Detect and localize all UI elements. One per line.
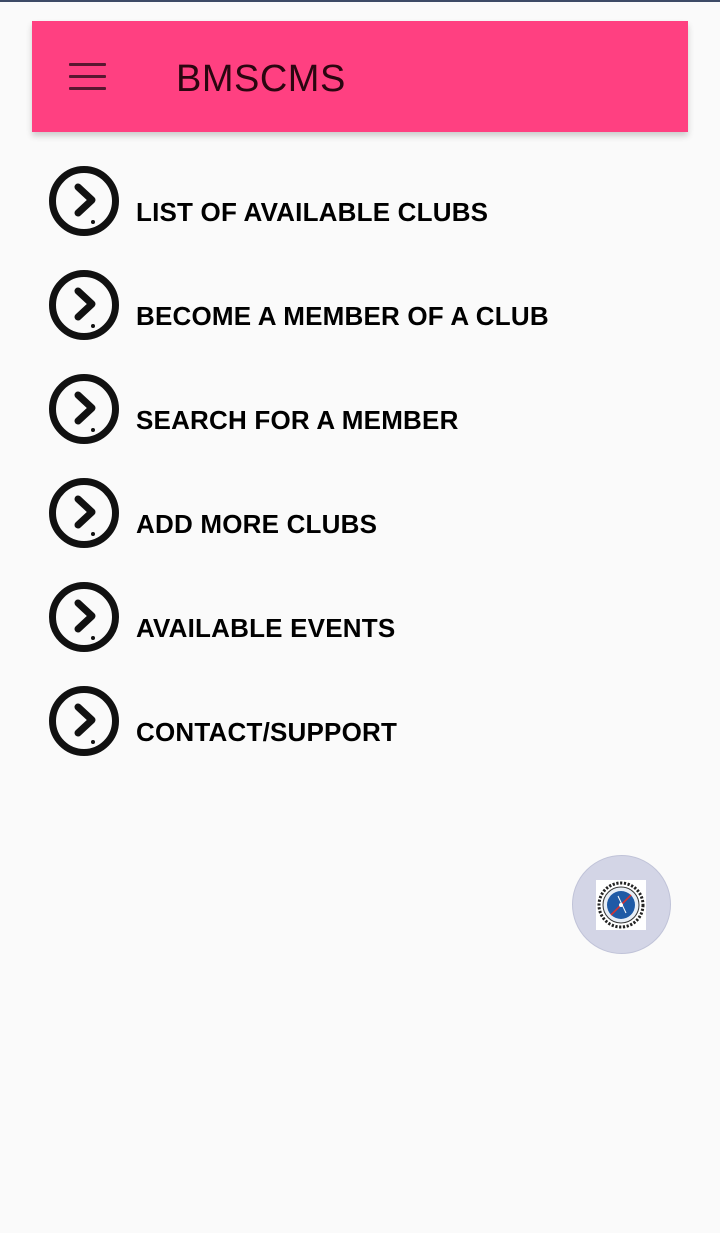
menu-item-become-member[interactable]: BECOME A MEMBER OF A CLUB	[47, 268, 687, 372]
college-logo-icon	[596, 880, 646, 930]
app-bar: BMSCMS	[32, 21, 688, 132]
chevron-right-circle-icon	[49, 478, 119, 548]
menu-bar-line	[69, 75, 106, 78]
college-logo-graphic	[597, 881, 645, 929]
app-title: BMSCMS	[176, 58, 346, 100]
menu-item-label: CONTACT/SUPPORT	[136, 717, 398, 747]
floating-action-button[interactable]	[572, 855, 671, 954]
chevron-right-circle-icon	[49, 686, 119, 756]
menu-item-label: SEARCH FOR A MEMBER	[136, 405, 459, 435]
chevron-right-circle-icon	[49, 166, 119, 236]
menu-bar-line	[69, 63, 106, 66]
menu-item-contact-support[interactable]: CONTACT/SUPPORT	[47, 684, 687, 788]
chevron-right-circle-icon	[49, 582, 119, 652]
status-bar-line	[0, 0, 720, 2]
menu-item-available-events[interactable]: AVAILABLE EVENTS	[47, 580, 687, 684]
menu-item-add-clubs[interactable]: ADD MORE CLUBS	[47, 476, 687, 580]
menu-item-list-clubs[interactable]: LIST OF AVAILABLE CLUBS	[47, 164, 687, 268]
menu-item-label: LIST OF AVAILABLE CLUBS	[136, 197, 489, 227]
menu-item-search-member[interactable]: SEARCH FOR A MEMBER	[47, 372, 687, 476]
menu-item-label: AVAILABLE EVENTS	[136, 613, 396, 643]
menu-item-label: BECOME A MEMBER OF A CLUB	[136, 301, 549, 331]
hamburger-menu-icon[interactable]	[66, 60, 108, 92]
chevron-right-circle-icon	[49, 374, 119, 444]
menu-bar-line	[69, 87, 106, 90]
menu-item-label: ADD MORE CLUBS	[136, 509, 378, 539]
chevron-right-circle-icon	[49, 270, 119, 340]
main-menu: LIST OF AVAILABLE CLUBS BECOME A MEMBER …	[47, 164, 687, 788]
